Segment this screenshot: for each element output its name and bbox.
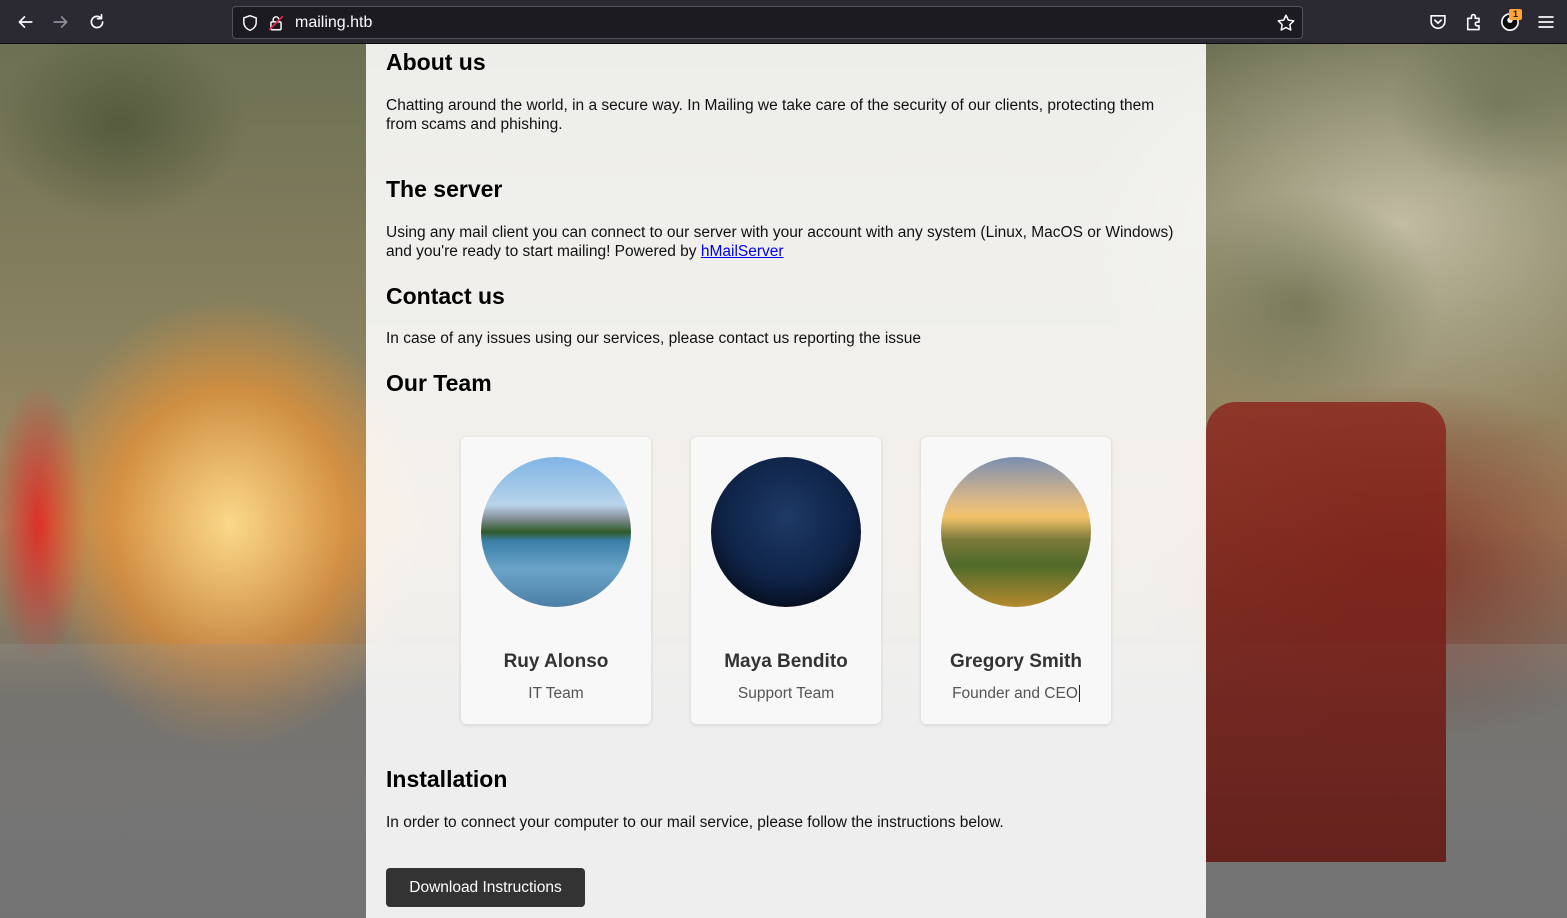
url-text[interactable]: mailing.htb xyxy=(295,14,372,32)
star-icon[interactable] xyxy=(1276,13,1296,33)
background-mailbox xyxy=(1206,402,1446,862)
contact-heading: Contact us xyxy=(386,283,505,309)
avatar xyxy=(711,457,861,607)
arrow-right-icon xyxy=(53,16,68,28)
team-card: Ruy Alonso IT Team xyxy=(461,437,651,724)
extensions-badge: 1 xyxy=(1509,9,1522,20)
member-role: Support Team xyxy=(737,685,835,702)
team-card: Gregory Smith Founder and CEO xyxy=(921,437,1111,724)
team-card: Maya Bendito Support Team xyxy=(691,437,881,724)
shield-icon[interactable] xyxy=(241,14,259,32)
pocket-icon[interactable] xyxy=(1428,12,1448,32)
lock-icon[interactable] xyxy=(267,14,285,32)
server-heading: The server xyxy=(386,176,503,202)
member-name: Ruy Alonso xyxy=(503,651,609,672)
browser-toolbar: mailing.htb 1 xyxy=(0,0,1567,44)
member-name: Maya Bendito xyxy=(724,651,848,672)
forward-button[interactable] xyxy=(47,8,75,36)
text-cursor xyxy=(1078,685,1080,703)
member-role-text: Founder and CEO xyxy=(952,685,1078,702)
reload-button[interactable] xyxy=(83,8,111,36)
server-text: Using any mail client you can connect to… xyxy=(386,223,1186,261)
url-bar[interactable]: mailing.htb xyxy=(232,6,1303,39)
page-viewport: About us Chatting around the world, in a… xyxy=(0,44,1567,918)
download-instructions-button[interactable]: Download Instructions xyxy=(386,868,585,907)
about-heading: About us xyxy=(386,49,486,75)
about-text: Chatting around the world, in a secure w… xyxy=(386,97,1155,133)
arrow-left-icon xyxy=(18,16,33,28)
member-name: Gregory Smith xyxy=(950,651,1082,672)
member-role: Founder and CEO xyxy=(921,685,1111,703)
avatar xyxy=(481,457,631,607)
hamburger-menu-icon[interactable] xyxy=(1536,12,1556,32)
puzzle-icon[interactable] xyxy=(1464,12,1484,32)
main-content: About us Chatting around the world, in a… xyxy=(366,44,1206,918)
reload-icon xyxy=(90,13,104,29)
avatar xyxy=(941,457,1091,607)
contact-text: In case of any issues using our services… xyxy=(386,330,922,347)
member-role: IT Team xyxy=(528,685,584,702)
team-heading: Our Team xyxy=(386,370,492,396)
hmailserver-link[interactable]: hMailServer xyxy=(701,243,784,260)
installation-heading: Installation xyxy=(386,766,508,792)
back-button[interactable] xyxy=(11,8,39,36)
installation-text: In order to connect your computer to our… xyxy=(386,814,1004,831)
